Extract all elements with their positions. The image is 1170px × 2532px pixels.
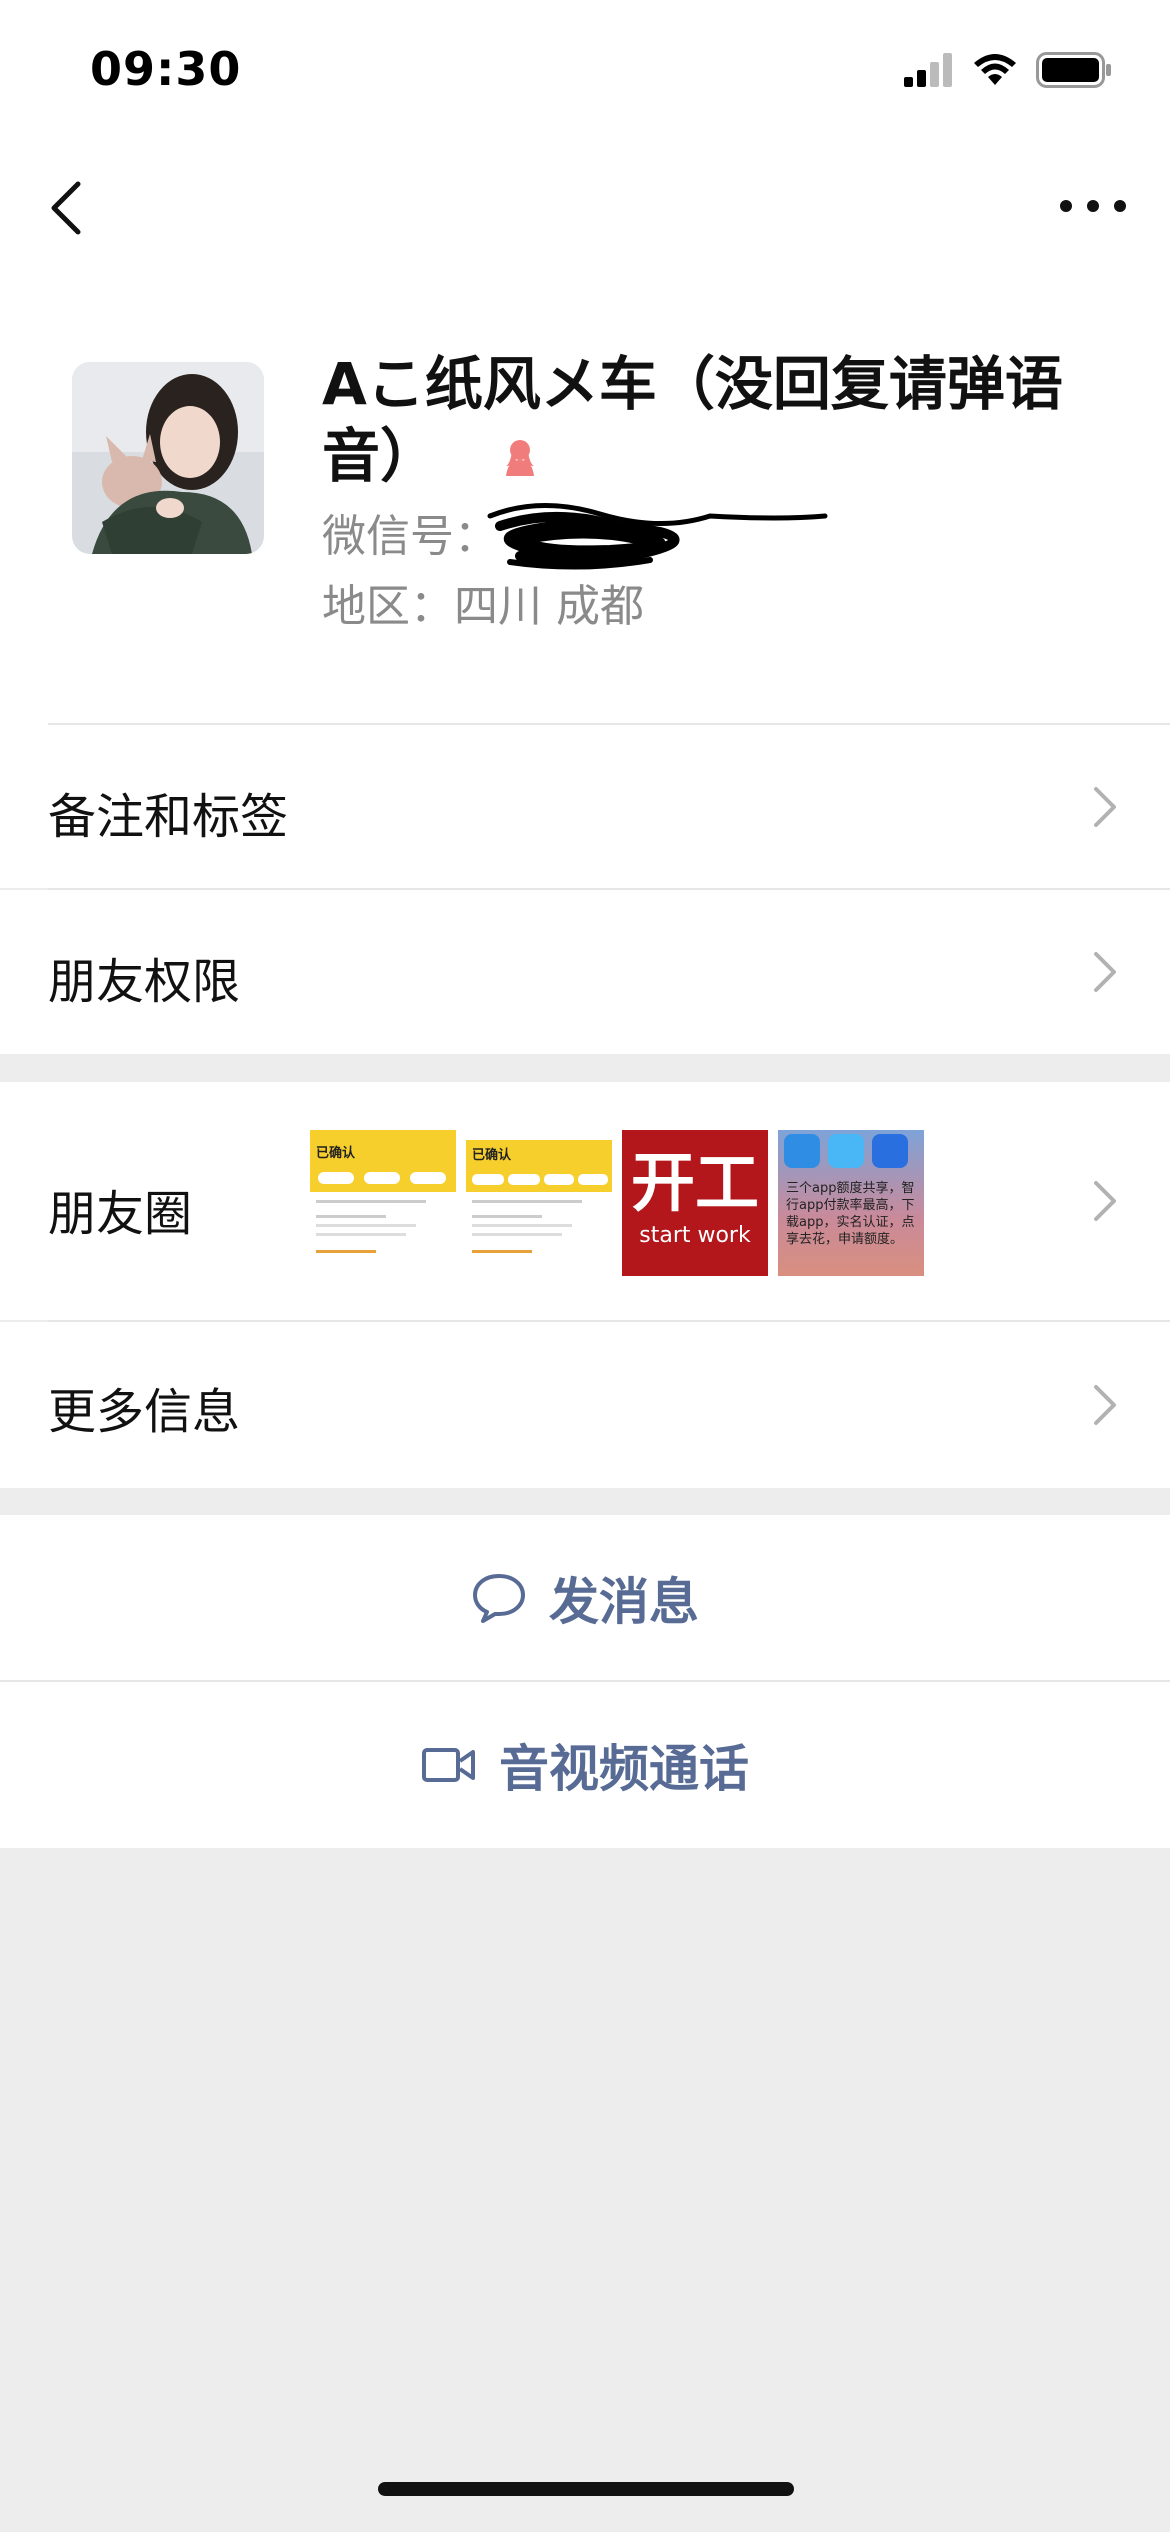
- moments-label: 朋友圈: [48, 1186, 193, 1242]
- chevron-right-icon: [1094, 1181, 1116, 1221]
- region-row: 地区：四川 成都: [322, 570, 644, 634]
- region-value: 四川 成都: [454, 581, 644, 632]
- chevron-right-icon: [1094, 1385, 1116, 1425]
- remarks-tags-row[interactable]: 备注和标签: [0, 725, 1170, 888]
- contact-name-text: Aこ纸风メ车（没回复请弹语音）: [322, 350, 1063, 490]
- chat-bubble-icon: [473, 1573, 525, 1623]
- more-info-label: 更多信息: [48, 1384, 241, 1440]
- status-time: 09:30: [90, 42, 242, 96]
- thumbnail-title: 已确认: [472, 1148, 512, 1163]
- video-call-label: 音视频通话: [499, 1740, 749, 1798]
- moments-thumbnail[interactable]: 已确认: [310, 1130, 456, 1276]
- more-options-icon[interactable]: [1058, 196, 1128, 216]
- wechat-id-label: 微信号：: [322, 511, 498, 562]
- region-label: 地区：: [322, 581, 454, 632]
- moments-thumbnail[interactable]: 三个app额度共享，智行app付款率最高，下载app，实名认证，点享去花，申请额…: [778, 1130, 924, 1276]
- video-call-button[interactable]: 音视频通话: [0, 1682, 1170, 1848]
- moments-thumbnail[interactable]: 已确认: [466, 1130, 612, 1276]
- back-arrow-icon[interactable]: [44, 178, 100, 238]
- send-message-label: 发消息: [549, 1572, 699, 1631]
- thumbnail-small-text: start work: [639, 1223, 751, 1248]
- profile-card: Aこ纸风メ车（没回复请弹语音） 微信号： 地区：四川 成都: [0, 270, 1170, 725]
- nav-bar: [0, 140, 1170, 270]
- moments-row[interactable]: 朋友圈 已确认 已确认 开工 start work 三个app额度共享，智行ap…: [0, 1082, 1170, 1320]
- video-camera-icon: [422, 1748, 475, 1782]
- avatar[interactable]: [72, 362, 264, 554]
- home-indicator[interactable]: [378, 2482, 794, 2496]
- status-icons: [904, 52, 1112, 88]
- remarks-tags-label: 备注和标签: [48, 789, 289, 845]
- moments-thumbnail[interactable]: 开工 start work: [622, 1130, 768, 1276]
- thumbnail-text: 三个app额度共享，智行app付款率最高，下载app，实名认证，点享去花，申请额…: [786, 1181, 915, 1247]
- friend-permissions-label: 朋友权限: [48, 954, 241, 1010]
- moments-thumbnails: 已确认 已确认 开工 start work 三个app额度共享，智行app付款率…: [310, 1130, 924, 1276]
- chevron-right-icon: [1094, 787, 1116, 827]
- wechat-id-row: 微信号：: [322, 500, 498, 564]
- more-info-row[interactable]: 更多信息: [0, 1322, 1170, 1488]
- friend-permissions-row[interactable]: 朋友权限: [0, 890, 1170, 1054]
- send-message-button[interactable]: 发消息: [0, 1515, 1170, 1680]
- chevron-right-icon: [1094, 952, 1116, 992]
- thumbnail-title: 已确认: [316, 1146, 356, 1161]
- cellular-signal-icon: [904, 53, 952, 87]
- contact-profile-screen: 09:30 Aこ纸风メ车（没回复请弹语音） 微信号： 地区：四川 成都 备注和标…: [0, 0, 1170, 2532]
- contact-name: Aこ纸风メ车（没回复请弹语音）: [322, 348, 1122, 496]
- wifi-icon: [974, 54, 1016, 85]
- battery-icon: [1036, 52, 1111, 88]
- thumbnail-big-text: 开工: [631, 1147, 759, 1221]
- status-bar: 09:30: [0, 0, 1170, 140]
